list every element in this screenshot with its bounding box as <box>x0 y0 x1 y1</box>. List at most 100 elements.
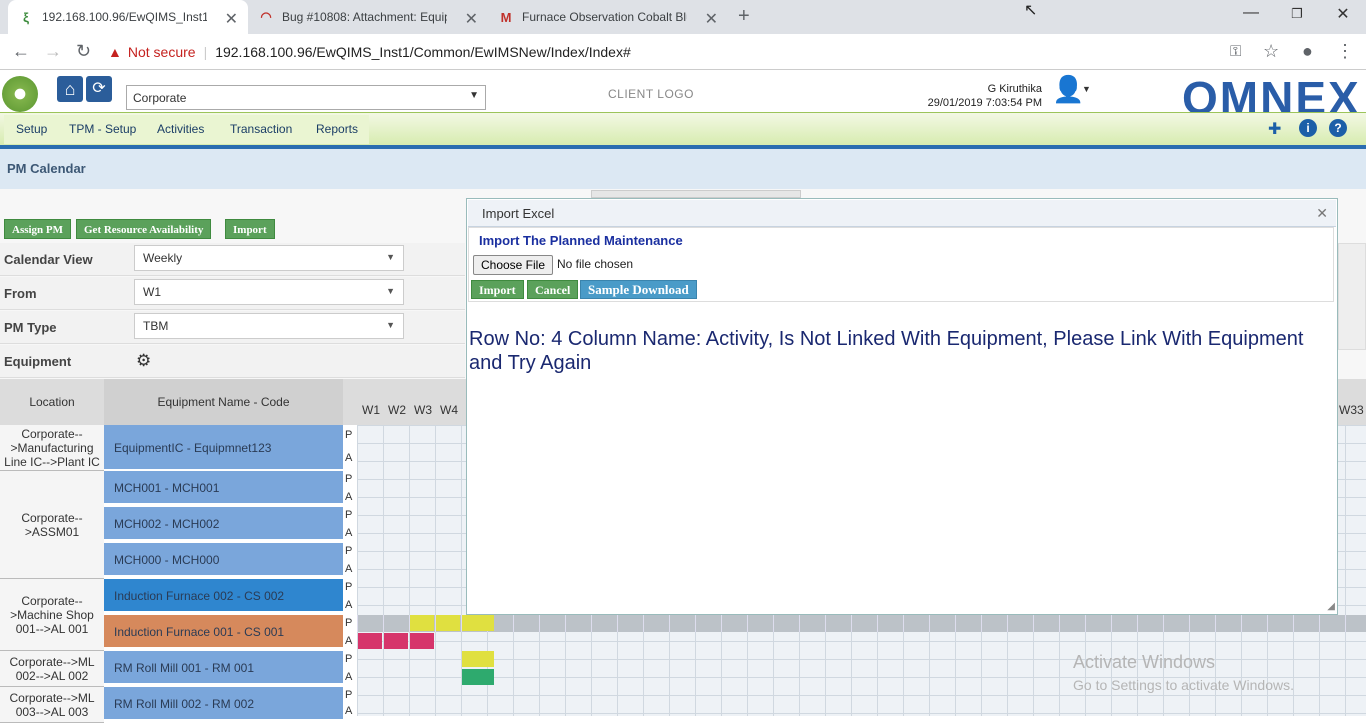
import-excel-dialog: Import Excel ✕ Import The Planned Mainte… <box>466 198 1338 615</box>
kebab-menu-icon[interactable]: ⋮ <box>1336 41 1354 62</box>
close-window-icon[interactable]: ✕ <box>1320 4 1366 28</box>
location-select[interactable]: Corporate ▼ <box>126 85 486 110</box>
filter-label: From <box>4 286 37 301</box>
activation-watermark: Activate Windows <box>1073 652 1216 672</box>
pm-type-select[interactable]: TBM ▼ <box>134 313 404 339</box>
actual-label: A <box>345 452 353 464</box>
week-header: W3 <box>414 403 432 417</box>
resize-handle-icon[interactable]: ◢ <box>1327 601 1335 612</box>
pin-icon[interactable]: ✚ <box>1268 119 1281 139</box>
plan-label: P <box>345 473 353 485</box>
menu-transaction[interactable]: Transaction <box>222 113 300 145</box>
calendar-view-select[interactable]: Weekly ▼ <box>134 245 404 271</box>
week-header: W33 <box>1339 403 1364 417</box>
reload-icon[interactable]: ↻ <box>76 41 91 62</box>
refresh-icon[interactable]: ⟳ <box>86 76 112 102</box>
actual-label: A <box>345 671 353 683</box>
location-cell: Corporate-->Manufacturing Line IC-->Plan… <box>0 425 104 471</box>
forward-icon[interactable]: → <box>44 41 62 62</box>
actual-cell[interactable] <box>462 669 494 685</box>
page-title: PM Calendar <box>0 149 1366 189</box>
browser-tab[interactable]: ◠ Bug #10808: Attachment: Equipm ✕ <box>248 0 488 34</box>
help-icon[interactable]: ? <box>1329 119 1347 137</box>
location-cell: Corporate-->ML 002-->AL 002 <box>0 651 104 687</box>
resource-availability-button[interactable]: Get Resource Availability <box>76 219 212 239</box>
planned-cell[interactable] <box>436 615 460 631</box>
sample-download-button[interactable]: Sample Download <box>580 280 697 299</box>
equipment-cell[interactable]: MCH001 - MCH001 <box>104 471 343 505</box>
plan-label: P <box>345 581 353 593</box>
address-bar: ← → ↻ ▲ Not secure | 192.168.100.96/EwQI… <box>0 34 1366 70</box>
location-cell: Corporate-->ASSM01 <box>0 471 104 579</box>
restore-icon[interactable]: ❐ <box>1274 6 1320 30</box>
filter-label: Equipment <box>4 354 72 369</box>
planned-cell[interactable] <box>462 615 494 631</box>
actual-cell[interactable] <box>384 633 408 649</box>
home-icon[interactable]: ⌂ <box>57 76 83 102</box>
planned-cell[interactable] <box>410 615 434 631</box>
chevron-down-icon: ▼ <box>469 90 479 101</box>
profile-icon[interactable]: ● <box>1302 41 1313 62</box>
new-tab-icon[interactable]: + <box>738 5 750 28</box>
equipment-cell[interactable]: Induction Furnace 001 - CS 001 <box>104 615 343 649</box>
avatar[interactable]: 👤 <box>1052 74 1084 106</box>
browser-tab-active[interactable]: ξ 192.168.100.96/EwQIMS_Inst1/Co ✕ <box>8 0 248 34</box>
assign-pm-button[interactable]: Assign PM <box>4 219 72 239</box>
actual-label: A <box>345 527 353 539</box>
browser-tab-strip: ξ 192.168.100.96/EwQIMS_Inst1/Co ✕ ◠ Bug… <box>0 0 1366 34</box>
equipment-cell[interactable]: MCH002 - MCH002 <box>104 507 343 541</box>
dialog-title-text: Import Excel <box>482 206 555 221</box>
tab-title: 192.168.100.96/EwQIMS_Inst1/Co <box>42 10 207 24</box>
dialog-import-button[interactable]: Import <box>471 280 524 299</box>
warning-icon: ▲ <box>108 44 122 60</box>
actual-cell[interactable] <box>358 633 382 649</box>
choose-file-button[interactable]: Choose File <box>473 255 553 275</box>
dialog-cancel-button[interactable]: Cancel <box>527 280 579 299</box>
info-icon[interactable]: i <box>1299 119 1317 137</box>
select-value: TBM <box>143 319 169 333</box>
import-button[interactable]: Import <box>225 219 275 239</box>
actual-cell[interactable] <box>410 633 434 649</box>
week-header: W4 <box>440 403 458 417</box>
filter-calendar-view: Calendar View Weekly ▼ <box>0 243 465 276</box>
star-icon[interactable]: ☆ <box>1263 41 1279 62</box>
brand-logo: OMNEX <box>1182 72 1361 112</box>
close-tab-icon[interactable]: ✕ <box>225 9 238 29</box>
dialog-title: Import Excel ✕ <box>468 200 1336 227</box>
equipment-cell[interactable]: EquipmentIC - Equipmnet123 <box>104 425 343 471</box>
equipment-cell[interactable]: MCH000 - MCH000 <box>104 543 343 577</box>
from-select[interactable]: W1 ▼ <box>134 279 404 305</box>
user-name: G Kiruthika <box>987 83 1042 95</box>
close-icon[interactable]: ✕ <box>1316 205 1328 222</box>
filter-label: Calendar View <box>4 252 93 267</box>
close-tab-icon[interactable]: ✕ <box>705 9 718 29</box>
plan-label: P <box>345 509 353 521</box>
activation-watermark-sub: Go to Settings to activate Windows. <box>1073 677 1294 693</box>
actual-label: A <box>345 491 353 503</box>
menu-reports[interactable]: Reports <box>308 113 366 145</box>
gear-icon[interactable]: ⚙ <box>136 351 151 371</box>
planned-cell[interactable] <box>462 651 494 667</box>
browser-tab[interactable]: M Furnace Observation Cobalt Blue ✕ <box>488 0 728 34</box>
select-value: Weekly <box>143 251 183 265</box>
week-header: W2 <box>388 403 406 417</box>
menu-setup[interactable]: Setup <box>8 113 55 145</box>
back-icon[interactable]: ← <box>12 41 30 62</box>
minimize-icon[interactable]: — <box>1228 4 1274 28</box>
url-text: 192.168.100.96/EwQIMS_Inst1/Common/EwIMS… <box>215 44 631 60</box>
equipment-cell[interactable]: RM Roll Mill 001 - RM 001 <box>104 651 343 685</box>
omnex-icon: ξ <box>23 9 29 25</box>
equipment-cell[interactable]: Induction Furnace 002 - CS 002 <box>104 579 343 613</box>
select-value: W1 <box>143 285 161 299</box>
column-location: Location <box>29 395 75 409</box>
chevron-down-icon[interactable]: ▼ <box>1082 84 1091 94</box>
menu-tpm-setup[interactable]: TPM - Setup <box>61 113 144 145</box>
close-tab-icon[interactable]: ✕ <box>465 9 478 29</box>
plan-label: P <box>345 545 353 557</box>
column-equipment: Equipment Name - Code <box>104 379 343 425</box>
key-icon[interactable]: ⚿ <box>1230 43 1241 60</box>
url-field[interactable]: ▲ Not secure | 192.168.100.96/EwQIMS_Ins… <box>108 39 1288 65</box>
plan-label: P <box>345 653 353 665</box>
tab-title: Bug #10808: Attachment: Equipm <box>282 10 447 24</box>
menu-activities[interactable]: Activities <box>149 113 212 145</box>
